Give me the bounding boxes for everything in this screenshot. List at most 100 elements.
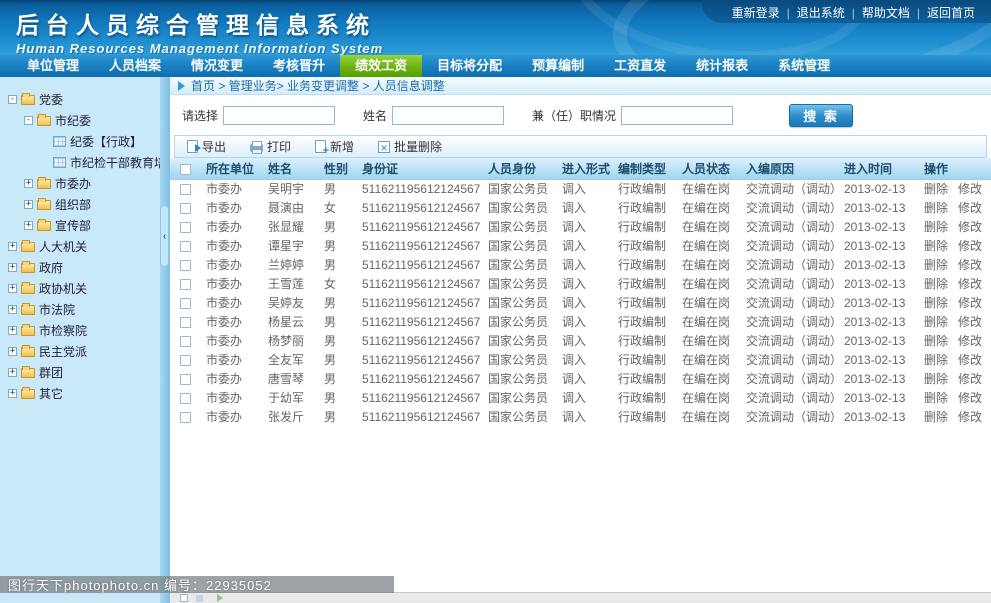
tree-item[interactable]: +群团 xyxy=(0,362,160,383)
delete-link[interactable]: 删除 xyxy=(924,315,948,329)
tree-expander-icon[interactable]: + xyxy=(8,305,17,314)
delete-link[interactable]: 删除 xyxy=(924,296,948,310)
row-checkbox[interactable] xyxy=(180,336,191,347)
tree-expander-icon[interactable]: + xyxy=(8,284,17,293)
pagination-icon[interactable] xyxy=(196,595,203,602)
row-checkbox[interactable] xyxy=(180,241,191,252)
table-cell: 国家公务员 xyxy=(482,198,556,217)
header-link[interactable]: 返回首页 xyxy=(927,6,975,20)
row-checkbox[interactable] xyxy=(180,412,191,423)
tree-expander-icon[interactable]: + xyxy=(8,326,17,335)
menu-tab[interactable]: 考核晋升 xyxy=(258,55,340,77)
toolbar-export-button[interactable]: 导出 xyxy=(187,138,226,155)
next-page-icon[interactable] xyxy=(217,594,223,602)
delete-link[interactable]: 删除 xyxy=(924,334,948,348)
edit-link[interactable]: 修改 xyxy=(958,353,982,367)
tree-item[interactable]: 市纪检干部教育培训中心 xyxy=(0,152,160,173)
concurrent-post-input[interactable] xyxy=(621,106,733,125)
delete-link[interactable]: 删除 xyxy=(924,201,948,215)
tree-expander-icon[interactable]: + xyxy=(24,200,33,209)
tree-item[interactable]: 纪委【行政】 xyxy=(0,131,160,152)
tree-expander-icon[interactable]: + xyxy=(8,389,17,398)
edit-link[interactable]: 修改 xyxy=(958,182,982,196)
tree-item[interactable]: +组织部 xyxy=(0,194,160,215)
tree-item[interactable]: +市法院 xyxy=(0,299,160,320)
delete-link[interactable]: 删除 xyxy=(924,182,948,196)
tree-item[interactable]: +市委办 xyxy=(0,173,160,194)
tree-item[interactable]: +其它 xyxy=(0,383,160,404)
edit-link[interactable]: 修改 xyxy=(958,258,982,272)
edit-link[interactable]: 修改 xyxy=(958,296,982,310)
row-checkbox[interactable] xyxy=(180,393,191,404)
row-checkbox[interactable] xyxy=(180,355,191,366)
edit-link[interactable]: 修改 xyxy=(958,315,982,329)
row-checkbox[interactable] xyxy=(180,374,191,385)
tree-item[interactable]: +民主党派 xyxy=(0,341,160,362)
edit-link[interactable]: 修改 xyxy=(958,220,982,234)
row-checkbox[interactable] xyxy=(180,203,191,214)
row-checkbox[interactable] xyxy=(180,184,191,195)
sidebar-collapse-button[interactable]: ‹ xyxy=(160,205,169,267)
row-checkbox[interactable] xyxy=(180,222,191,233)
tree-expander-icon[interactable]: + xyxy=(8,242,17,251)
edit-link[interactable]: 修改 xyxy=(958,201,982,215)
toolbar-batch-delete-button[interactable]: ✕批量删除 xyxy=(378,138,442,155)
delete-link[interactable]: 删除 xyxy=(924,410,948,424)
menu-tab[interactable]: 人员档案 xyxy=(94,55,176,77)
tree-item[interactable]: +宣传部 xyxy=(0,215,160,236)
tree-item[interactable]: +人大机关 xyxy=(0,236,160,257)
header-link[interactable]: 重新登录 xyxy=(732,6,780,20)
tree-expander-icon[interactable]: + xyxy=(8,347,17,356)
tree-item[interactable]: +政府 xyxy=(0,257,160,278)
tree-expander-icon[interactable]: - xyxy=(24,116,33,125)
edit-link[interactable]: 修改 xyxy=(958,239,982,253)
search-button[interactable]: 搜 索 xyxy=(789,104,853,127)
header-link[interactable]: 帮助文档 xyxy=(862,6,910,20)
delete-link[interactable]: 删除 xyxy=(924,353,948,367)
filter-select-input[interactable] xyxy=(223,106,335,125)
table-row: 市委办聂演由女511621195612124567国家公务员调入行政编制在编在岗… xyxy=(170,198,991,217)
toolbar-add-button[interactable]: 新增 xyxy=(315,138,354,155)
delete-link[interactable]: 删除 xyxy=(924,220,948,234)
table-cell: 吴婷友 xyxy=(262,293,318,312)
table-row: 市委办兰婷婷男511621195612124567国家公务员调入行政编制在编在岗… xyxy=(170,255,991,274)
menu-tab[interactable]: 预算编制 xyxy=(517,55,599,77)
delete-link[interactable]: 删除 xyxy=(924,372,948,386)
edit-link[interactable]: 修改 xyxy=(958,391,982,405)
tree-item[interactable]: -党委 xyxy=(0,89,160,110)
edit-link[interactable]: 修改 xyxy=(958,372,982,386)
delete-link[interactable]: 删除 xyxy=(924,239,948,253)
tree-expander-icon[interactable]: + xyxy=(24,221,33,230)
tree-item[interactable]: +市检察院 xyxy=(0,320,160,341)
row-checkbox[interactable] xyxy=(180,279,191,290)
menu-tab[interactable]: 绩效工资 xyxy=(340,55,422,77)
tree-item[interactable]: -市纪委 xyxy=(0,110,160,131)
tree-expander-icon[interactable]: - xyxy=(8,95,17,104)
menu-tab[interactable]: 情况变更 xyxy=(176,55,258,77)
edit-link[interactable]: 修改 xyxy=(958,334,982,348)
delete-link[interactable]: 删除 xyxy=(924,277,948,291)
menu-tab[interactable]: 单位管理 xyxy=(12,55,94,77)
select-all-checkbox[interactable] xyxy=(180,164,191,175)
table-cell: 511621195612124567 xyxy=(356,407,482,426)
select-all-checkbox[interactable] xyxy=(180,594,188,602)
tree-item[interactable]: +政协机关 xyxy=(0,278,160,299)
tree-expander-icon[interactable]: + xyxy=(24,179,33,188)
row-checkbox[interactable] xyxy=(180,298,191,309)
row-checkbox[interactable] xyxy=(180,317,191,328)
edit-link[interactable]: 修改 xyxy=(958,410,982,424)
menu-tab[interactable]: 系统管理 xyxy=(763,55,845,77)
delete-link[interactable]: 删除 xyxy=(924,391,948,405)
edit-link[interactable]: 修改 xyxy=(958,277,982,291)
tree-expander-icon[interactable]: + xyxy=(8,263,17,272)
menu-tab[interactable]: 目标将分配 xyxy=(422,55,517,77)
menu-tab[interactable]: 工资直发 xyxy=(599,55,681,77)
menu-tab[interactable]: 统计报表 xyxy=(681,55,763,77)
row-checkbox[interactable] xyxy=(180,260,191,271)
toolbar-print-button[interactable]: 打印 xyxy=(250,138,291,155)
header-link[interactable]: 退出系统 xyxy=(797,6,845,20)
delete-link[interactable]: 删除 xyxy=(924,258,948,272)
tree-expander-icon[interactable]: + xyxy=(8,368,17,377)
row-checkbox-cell xyxy=(170,179,200,198)
name-input[interactable] xyxy=(392,106,504,125)
